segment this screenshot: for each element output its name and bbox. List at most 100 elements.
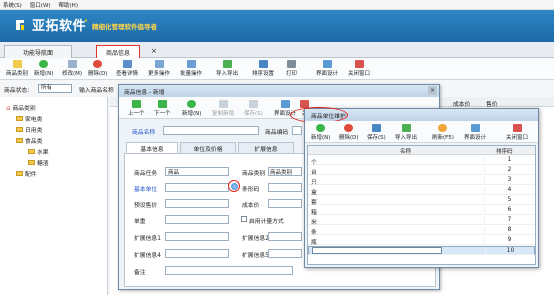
prev-button[interactable]: 上一个 — [128, 100, 145, 117]
table-row[interactable]: 台2 — [308, 166, 535, 176]
table-row[interactable]: 箱6 — [308, 206, 535, 216]
toolbar-batch-button[interactable]: 批量操作 — [180, 60, 202, 77]
copy-icon — [218, 100, 228, 108]
button-label: 刷新(F5) — [432, 135, 454, 141]
button-label: 保存(S) — [244, 111, 263, 117]
edit-icon — [67, 60, 77, 68]
unit-refresh-button[interactable]: 刷新(F5) — [432, 124, 454, 141]
table-row[interactable]: 套5 — [308, 196, 535, 206]
toolbar-sort-button[interactable]: 排序设置 — [252, 60, 274, 77]
unit-add-button[interactable]: 新增(N) — [311, 124, 330, 141]
field-label-preset-price: 预设售价 — [134, 203, 158, 209]
unit-name: 套 — [311, 200, 317, 206]
button-label: 批量操作 — [180, 71, 203, 77]
dialog1-save-button[interactable]: 保存(S) — [244, 100, 263, 117]
unit-name: 米 — [311, 220, 317, 226]
status-select[interactable]: 所有 — [38, 84, 72, 93]
unit-delete-button[interactable]: 删除(D) — [339, 124, 359, 141]
table-row[interactable]: 个1 — [308, 156, 535, 166]
design-icon — [322, 60, 332, 68]
field-label-task: 商品任务 — [134, 171, 158, 177]
preset-price-input[interactable] — [165, 199, 229, 208]
tab-product-info[interactable]: 商品信息 — [96, 45, 140, 58]
ext4-input[interactable] — [165, 249, 229, 258]
toolbar-close-window-button[interactable]: 关闭窗口 — [348, 60, 370, 77]
category-select[interactable]: 商品类别 — [268, 167, 302, 176]
toolbar-delete-button[interactable]: 删除(D) — [88, 60, 108, 77]
unit-sort: 6 — [484, 207, 534, 213]
table-row-new[interactable]: 10 — [308, 246, 535, 255]
cost-input[interactable] — [268, 199, 302, 208]
folder-icon — [16, 138, 23, 143]
product-name-input[interactable] — [163, 126, 259, 135]
tree-item-candy[interactable]: 糖渣 — [28, 158, 49, 167]
weight-input[interactable] — [165, 215, 229, 224]
task-select[interactable]: 商品 — [165, 167, 229, 176]
unit-close-button[interactable]: 关闭窗口 — [506, 124, 528, 141]
product-code-input[interactable] — [292, 126, 302, 135]
toolbar-ui-design-button[interactable]: 界面设计 — [316, 60, 338, 77]
remark-input[interactable] — [165, 266, 293, 275]
next-button[interactable]: 下一个 — [154, 100, 171, 117]
ext2-input[interactable] — [268, 232, 302, 241]
logo-icon — [16, 20, 24, 30]
copy-add-button[interactable]: 复制新增 — [212, 100, 234, 117]
dialog1-close-icon[interactable]: × — [428, 86, 437, 95]
button-label: 界面设计 — [464, 135, 487, 141]
table-row[interactable]: 瓶9 — [308, 236, 535, 246]
tree-label: 配件 — [25, 172, 37, 178]
unit-name-input[interactable] — [312, 247, 442, 254]
field-label-remark: 备注 — [134, 270, 146, 276]
barcode-input[interactable] — [268, 183, 302, 192]
unit-sort: 4 — [484, 187, 534, 193]
unit-name: 箱 — [311, 210, 317, 216]
field-label-category: 商品类别 — [242, 171, 266, 177]
tree-item-food[interactable]: 食品类 — [16, 136, 42, 145]
table-row[interactable]: 盒4 — [308, 186, 535, 196]
grid-col-cost: 成本价 — [453, 102, 471, 108]
menu-help[interactable]: 帮助(H) — [59, 1, 78, 9]
tree-item-appliance[interactable]: 家电类 — [16, 114, 42, 123]
tree-item-parts[interactable]: 配件 — [16, 169, 37, 178]
table-row[interactable]: 条8 — [308, 226, 535, 236]
ext1-input[interactable] — [165, 232, 229, 241]
unit-table-header: 名称 排序码 — [308, 146, 535, 155]
unit-sort: 7 — [484, 217, 534, 223]
unit-import-export-button[interactable]: 导入导出 — [395, 124, 417, 141]
button-label: 删除(D) — [339, 135, 359, 141]
dialog1-add-button[interactable]: 新增(N) — [182, 100, 201, 117]
unit-save-button[interactable]: 保存(S) — [367, 124, 386, 141]
base-unit-select[interactable] — [165, 183, 229, 192]
task-value: 商品 — [168, 170, 180, 176]
save-icon — [248, 100, 258, 108]
close-icon — [512, 124, 522, 132]
tree-item-fruit[interactable]: 水果 — [28, 147, 49, 156]
tab-close-icon[interactable]: × — [151, 47, 157, 55]
button-label: 修改(M) — [62, 71, 83, 77]
tree-root-label: 商品类别 — [12, 106, 36, 112]
enable-metering-checkbox[interactable] — [241, 216, 247, 222]
toolbar-category-button[interactable]: 商品类别 — [6, 60, 28, 77]
menu-system[interactable]: 系统(S) — [3, 1, 22, 9]
toolbar-more-button[interactable]: 更多操作 — [148, 60, 170, 77]
field-label-barcode: 条形码 — [242, 187, 260, 193]
toolbar-print-button[interactable]: 打印 — [286, 60, 297, 77]
status-value: 所有 — [41, 85, 53, 91]
button-label: 导入导出 — [395, 135, 418, 141]
table-row[interactable]: 米7 — [308, 216, 535, 226]
unit-sort: 5 — [484, 197, 534, 203]
toolbar-import-export-button[interactable]: 导入导出 — [216, 60, 238, 77]
ext5-input[interactable] — [268, 249, 302, 258]
import-export-icon — [401, 124, 411, 132]
tree-item-daily[interactable]: 日用类 — [16, 125, 42, 134]
toolbar-view-details-button[interactable]: 查看详情 — [116, 60, 138, 77]
tab-function-nav[interactable]: 功能导航面 — [4, 45, 72, 58]
button-label: 新增(N) — [34, 71, 54, 77]
tree-root[interactable]: ⌂ 商品类别 — [6, 103, 36, 113]
toolbar-add-button[interactable]: 新增(N) — [34, 60, 53, 77]
unit-design-button[interactable]: 界面设计 — [464, 124, 486, 141]
table-row[interactable]: 只3 — [308, 176, 535, 186]
annotation-circle — [228, 180, 240, 192]
menu-window[interactable]: 窗口(W) — [30, 1, 51, 9]
toolbar-edit-button[interactable]: 修改(M) — [62, 60, 82, 77]
